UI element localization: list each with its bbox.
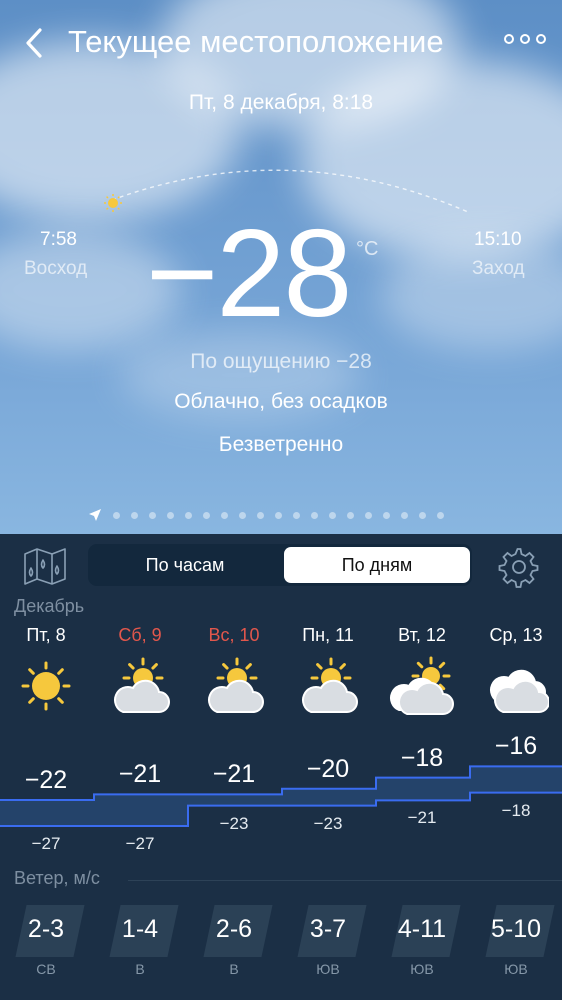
pager-dot[interactable] — [113, 511, 120, 519]
day-column[interactable]: Вт, 12 — [375, 620, 469, 716]
min-temperature: −27 — [125, 834, 155, 853]
location-pager[interactable] — [88, 508, 444, 522]
day-name: Вс, 10 — [208, 625, 260, 645]
wind-cell: 5-10 ЮВ — [469, 905, 562, 995]
sun-position-icon — [104, 194, 122, 212]
sunrise-time: 7:58 — [40, 229, 77, 250]
temperature-unit: °C — [356, 238, 379, 260]
feels-like: По ощущению −28 — [190, 350, 372, 373]
pager-dot[interactable] — [347, 511, 354, 519]
wind-cell: 2-6 В — [187, 905, 281, 995]
overcast-icon — [490, 669, 549, 713]
wind-direction: ЮВ — [316, 961, 340, 977]
day-column[interactable]: Сб, 9 — [93, 620, 187, 716]
wind-speed: 2-6 — [215, 915, 253, 943]
day-name: Сб, 9 — [118, 625, 162, 645]
wind-direction: В — [229, 961, 239, 977]
pager-dot[interactable] — [365, 511, 372, 519]
min-temperature: −21 — [407, 808, 437, 828]
condition-text: Облачно, без осадков — [174, 390, 388, 413]
min-temperature: −18 — [501, 800, 531, 820]
wind-speed: 1-4 — [121, 915, 159, 943]
pager-dot[interactable] — [437, 511, 444, 519]
temperature-graph: −22 −27 −21 −27 −21 −23 −20 −23 −18 −21 −16 −18 — [0, 732, 562, 870]
sunrise-label: Восход — [24, 258, 88, 279]
max-temperature: −21 — [118, 760, 162, 789]
tab-hourly[interactable]: По часам — [92, 547, 278, 583]
pager-dot[interactable] — [203, 511, 210, 519]
location-arrow-icon — [89, 509, 101, 521]
partly-cloudy-icon — [302, 657, 358, 713]
current-temperature: −28 — [146, 205, 352, 343]
day-name: Вт, 12 — [398, 625, 446, 645]
wind-header: Ветер, м/с — [14, 868, 100, 888]
pager-dot[interactable] — [401, 511, 408, 519]
map-icon[interactable] — [22, 546, 68, 586]
pager-dot[interactable] — [275, 511, 282, 519]
day-name: Пн, 11 — [302, 625, 354, 645]
date-time: Пт, 8 декабря, 8:18 — [188, 91, 374, 114]
wind-speed: 5-10 — [490, 915, 542, 943]
settings-gear-icon[interactable] — [498, 546, 540, 588]
day-name: Пт, 8 — [26, 625, 66, 645]
day-column[interactable]: Вс, 10 — [187, 620, 281, 716]
pager-dot[interactable] — [239, 511, 246, 519]
max-temperature: −18 — [400, 743, 444, 772]
pager-dot[interactable] — [221, 511, 228, 519]
month-label: Декабрь — [14, 596, 85, 616]
day-column[interactable]: Пт, 8 — [0, 620, 93, 716]
wind-direction: В — [135, 961, 145, 977]
max-temperature: −21 — [212, 760, 256, 789]
pager-dot[interactable] — [419, 511, 426, 519]
pager-dot[interactable] — [167, 511, 174, 519]
max-temperature: −22 — [24, 766, 68, 794]
max-temperature: −16 — [494, 732, 538, 761]
pager-dot[interactable] — [383, 511, 390, 519]
tab-daily[interactable]: По дням — [284, 547, 470, 583]
wind-cell: 1-4 В — [93, 905, 187, 995]
day-column[interactable]: Ср, 13 — [469, 620, 562, 716]
pager-dot[interactable] — [185, 511, 192, 519]
pager-dot[interactable] — [329, 511, 336, 519]
wind-direction: СВ — [36, 961, 56, 977]
partly-cloudy-icon — [208, 657, 264, 713]
pager-dot[interactable] — [311, 511, 318, 519]
cloudy-with-sun-icon — [390, 656, 454, 715]
wind-cell: 3-7 ЮВ — [281, 905, 375, 995]
min-temperature: −23 — [219, 813, 249, 833]
wind-speed: 2-3 — [27, 915, 65, 943]
partly-cloudy-icon — [114, 657, 170, 713]
wind-speed: 3-7 — [309, 915, 347, 943]
sun-icon — [21, 661, 71, 711]
sunset-time: 15:10 — [474, 229, 522, 250]
wind-text: Безветренно — [218, 433, 344, 456]
wind-cell: 2-3 СВ — [0, 905, 93, 995]
page-title: Текущее местоположение — [68, 24, 444, 59]
day-name: Ср, 13 — [489, 625, 543, 645]
pager-dot[interactable] — [149, 511, 156, 519]
pager-dot[interactable] — [293, 511, 300, 519]
wind-direction: ЮВ — [504, 961, 528, 977]
wind-speed: 4-11 — [397, 915, 447, 943]
wind-direction: ЮВ — [410, 961, 434, 977]
pager-dot[interactable] — [131, 511, 138, 519]
min-temperature: −27 — [31, 834, 61, 853]
min-temperature: −23 — [313, 813, 343, 833]
wind-divider — [128, 880, 562, 881]
top-bar: Текущее местоположение — [0, 18, 562, 68]
view-toggle: По часам По дням — [88, 544, 472, 586]
sunset-label: Заход — [472, 258, 525, 279]
pager-dot[interactable] — [257, 511, 264, 519]
more-options-icon[interactable] — [504, 34, 552, 48]
wind-cell: 4-11 ЮВ — [375, 905, 469, 995]
back-arrow-icon[interactable] — [22, 26, 50, 60]
day-column[interactable]: Пн, 11 — [281, 620, 375, 716]
max-temperature: −20 — [306, 754, 350, 783]
